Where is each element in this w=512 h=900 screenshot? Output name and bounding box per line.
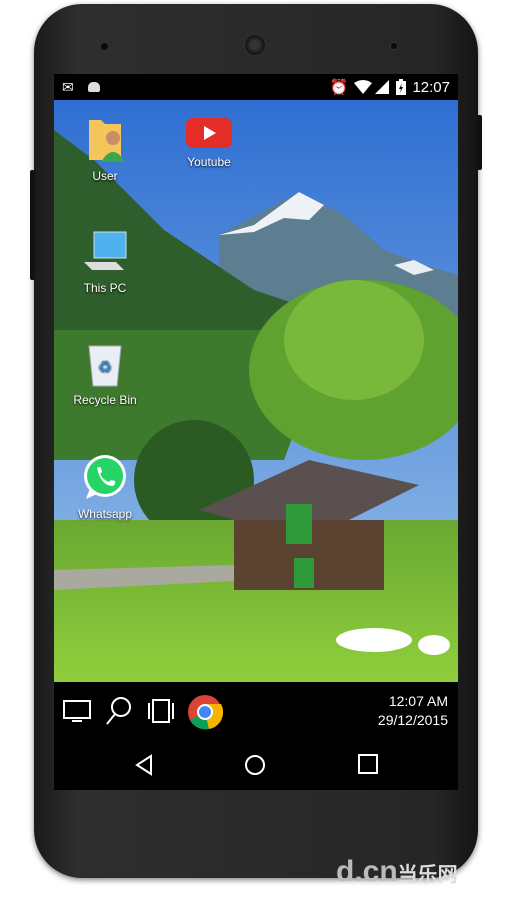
navigation-bar xyxy=(54,740,458,790)
taskbar-clock[interactable]: 12:07 AM 29/12/2015 xyxy=(378,692,448,730)
battery-charging-icon xyxy=(396,79,407,95)
back-button[interactable] xyxy=(134,754,154,776)
user-folder-icon xyxy=(89,120,125,162)
desktop-icon-this-pc[interactable]: This PC xyxy=(60,228,150,295)
computer-icon xyxy=(84,231,127,270)
status-time: 12:07 xyxy=(412,78,450,96)
taskbar: 12:07 AM 29/12/2015 xyxy=(54,682,458,740)
watermark: d.cn当乐网 xyxy=(336,855,458,888)
youtube-icon xyxy=(186,118,232,148)
volume-button[interactable] xyxy=(30,170,35,280)
icon-label: Recycle Bin xyxy=(73,393,137,407)
svg-text:♻: ♻ xyxy=(98,359,112,376)
screen: ✉ ⏰ 12:07 User Youtube This PC ♻ Recycle… xyxy=(54,74,458,790)
desktop-icon-whatsapp[interactable]: Whatsapp xyxy=(60,454,150,521)
icon-label: This PC xyxy=(83,281,127,295)
home-button[interactable] xyxy=(244,754,266,776)
chrome-icon[interactable] xyxy=(187,694,223,730)
clock-time: 12:07 AM xyxy=(388,693,448,709)
proximity-sensor xyxy=(100,42,109,51)
desktop-icon-user[interactable]: User xyxy=(60,116,150,183)
recent-apps-icon[interactable] xyxy=(146,698,176,724)
desktop-icon-recycle-bin[interactable]: ♻ Recycle Bin xyxy=(60,342,150,407)
recycle-bin-icon: ♻ xyxy=(88,345,122,387)
desktop-icon[interactable] xyxy=(63,700,91,724)
search-icon[interactable] xyxy=(104,696,132,726)
wifi-icon xyxy=(354,80,373,94)
android-icon xyxy=(87,82,100,92)
status-bar: ✉ ⏰ 12:07 xyxy=(54,74,458,100)
icon-label: User xyxy=(92,169,118,183)
whatsapp-icon xyxy=(84,455,126,499)
signal-icon xyxy=(375,80,390,94)
light-sensor xyxy=(390,42,398,50)
icon-label: Youtube xyxy=(187,155,231,169)
gmail-icon: ✉ xyxy=(62,78,74,95)
alarm-icon: ⏰ xyxy=(329,79,349,96)
desktop-icon-youtube[interactable]: Youtube xyxy=(164,116,254,169)
power-button[interactable] xyxy=(477,115,482,170)
clock-date: 29/12/2015 xyxy=(377,712,448,728)
recents-button[interactable] xyxy=(358,754,378,774)
front-camera xyxy=(244,34,266,56)
icon-label: Whatsapp xyxy=(77,507,133,521)
